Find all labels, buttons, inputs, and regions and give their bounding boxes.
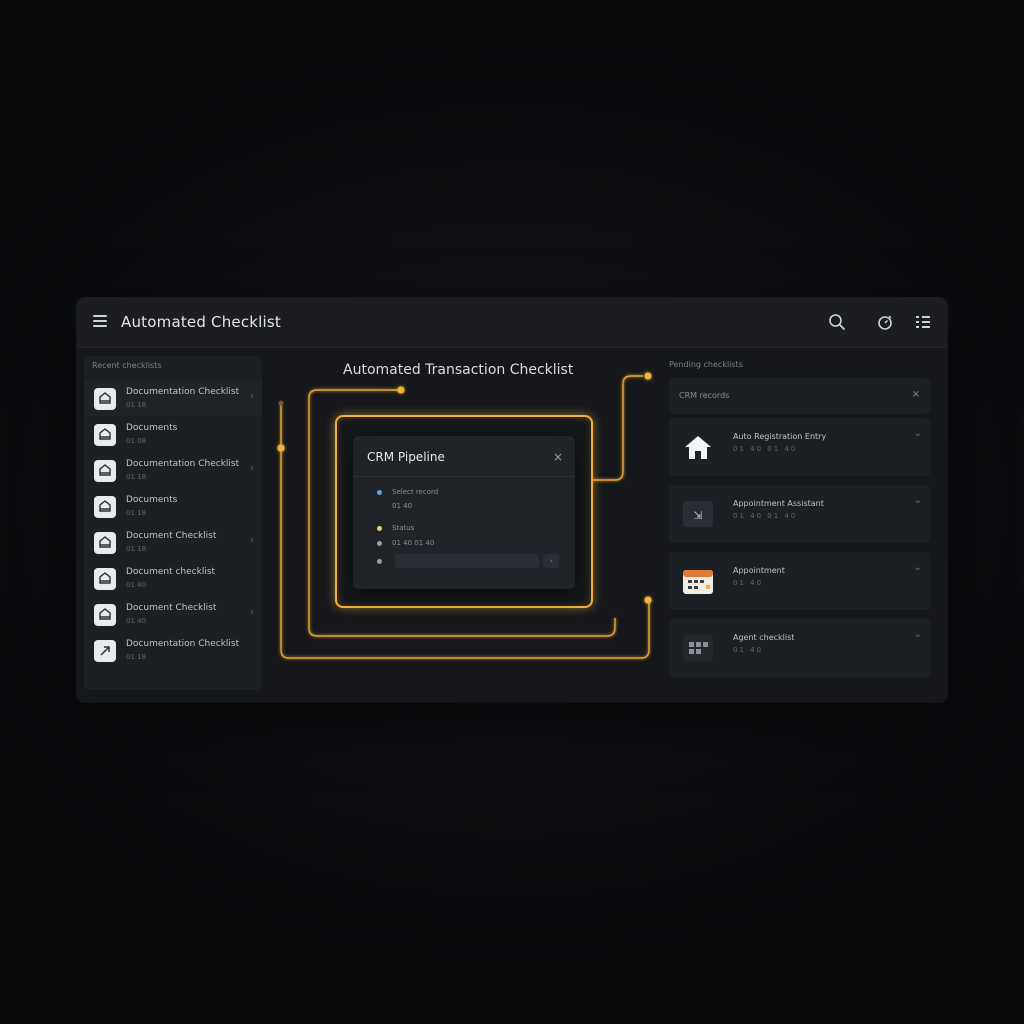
dialog-option[interactable]: Status xyxy=(377,524,414,532)
sidebar-item[interactable]: Document Checklist 01 18 › xyxy=(84,524,262,560)
card-meta: 01 40 xyxy=(733,646,764,654)
dialog-title: CRM Pipeline xyxy=(367,450,445,464)
dialog-option-label: Status xyxy=(392,524,415,532)
right-panel-header: Pending checklists xyxy=(669,360,743,369)
document-icon xyxy=(94,532,116,554)
crm-filter-bar[interactable]: CRM records × xyxy=(669,378,930,414)
dialog-option-meta: 01 40 xyxy=(392,502,412,510)
sidebar-item-meta: 01 18 xyxy=(126,473,147,481)
status-dot-icon xyxy=(377,489,382,495)
sidebar-item-meta: 01 40 xyxy=(126,581,147,589)
app-window: Automated Checklist Recent checklists Do… xyxy=(77,298,947,702)
dialog-divider xyxy=(353,476,575,477)
chevron-down-icon[interactable]: ⌄ xyxy=(914,495,922,506)
close-icon[interactable]: × xyxy=(912,389,920,400)
list-view-icon[interactable] xyxy=(913,312,933,332)
close-icon[interactable]: × xyxy=(553,450,563,464)
card-title: Appointment Assistant xyxy=(733,499,824,508)
checklist-sidebar: Recent checklists Documentation Checklis… xyxy=(84,356,262,690)
sidebar-item-title: Document Checklist xyxy=(126,531,217,541)
search-icon[interactable] xyxy=(827,312,847,332)
sidebar-item-title: Document Checklist xyxy=(126,603,217,613)
submit-chevron-icon[interactable]: › xyxy=(543,554,559,568)
sidebar-item-title: Document checklist xyxy=(126,567,216,577)
dialog-option-label: 01 40 xyxy=(392,502,413,510)
timer-icon[interactable] xyxy=(875,312,895,332)
status-dot-icon xyxy=(377,525,382,531)
dialog-option-label: 01 40 01 40 xyxy=(392,539,435,547)
sidebar-item-meta: 01 18 xyxy=(126,509,147,517)
document-icon xyxy=(94,424,116,446)
app-title: Automated Checklist xyxy=(121,313,282,331)
document-icon xyxy=(94,568,116,590)
card-title: Agent checklist xyxy=(733,633,795,642)
title-bar: Automated Checklist xyxy=(77,298,947,348)
sidebar-item[interactable]: Documents 01 08 xyxy=(84,416,262,452)
checklist-card[interactable]: Auto Registration Entry 01 40 01 40 ⌄ xyxy=(669,418,930,476)
filter-label: CRM records xyxy=(679,391,730,400)
card-title: Auto Registration Entry xyxy=(733,432,827,441)
dialog-option[interactable]: 01 40 01 40 xyxy=(377,539,434,547)
sidebar-item-title: Documents xyxy=(126,423,178,433)
arrow-icon: ⇲ xyxy=(681,499,715,529)
sidebar-item-meta: 01 18 xyxy=(126,653,147,661)
hamburger-menu-icon[interactable] xyxy=(93,315,107,329)
grid-icon xyxy=(681,633,715,663)
chevron-right-icon: › xyxy=(250,535,254,546)
document-icon xyxy=(94,388,116,410)
crm-pipeline-dialog: CRM Pipeline × Select record 01 40 Statu… xyxy=(353,436,575,589)
checklist-card[interactable]: Agent checklist 01 40 ⌄ xyxy=(669,619,930,677)
sidebar-item[interactable]: Document checklist 01 40 xyxy=(84,560,262,596)
chevron-right-icon: › xyxy=(250,391,254,402)
dialog-input[interactable] xyxy=(395,554,539,568)
checklist-card[interactable]: ⇲ Appointment Assistant 01 40 01 40 ⌄ xyxy=(669,485,930,543)
sidebar-item-meta: 01 40 xyxy=(126,617,147,625)
sidebar-item-title: Documentation Checklist xyxy=(126,387,240,397)
status-dot-icon xyxy=(377,558,382,564)
sidebar-item-meta: 01 18 xyxy=(126,545,147,553)
card-meta: 01 40 01 40 xyxy=(733,445,798,453)
sidebar-item[interactable]: Documents 01 18 xyxy=(84,488,262,524)
sidebar-item-title: Documents xyxy=(126,495,178,505)
chevron-down-icon[interactable]: ⌄ xyxy=(914,562,922,573)
chevron-right-icon: › xyxy=(250,607,254,618)
sidebar-item[interactable]: Documentation Checklist 01 18 xyxy=(84,632,262,668)
dialog-option[interactable]: Select record xyxy=(377,488,438,496)
card-title: Appointment xyxy=(733,566,785,575)
document-icon xyxy=(94,496,116,518)
sidebar-item-meta: 01 18 xyxy=(126,401,147,409)
document-icon xyxy=(94,604,116,626)
house-icon xyxy=(681,432,715,462)
chevron-down-icon[interactable]: ⌄ xyxy=(914,629,922,640)
arrow-document-icon xyxy=(94,640,116,662)
sidebar-item[interactable]: Documentation Checklist 01 18 › xyxy=(84,380,262,416)
status-dot-icon xyxy=(377,540,382,546)
checklist-card[interactable]: Appointment 01 40 ⌄ xyxy=(669,552,930,610)
card-meta: 01 40 01 40 xyxy=(733,512,798,520)
svg-text:⇲: ⇲ xyxy=(693,509,702,522)
chevron-down-icon[interactable]: ⌄ xyxy=(914,428,922,439)
document-icon xyxy=(94,460,116,482)
calendar-icon xyxy=(681,566,715,596)
sidebar-header: Recent checklists xyxy=(92,361,162,370)
card-meta: 01 40 xyxy=(733,579,764,587)
workflow-title: Automated Transaction Checklist xyxy=(343,362,574,378)
chevron-right-icon: › xyxy=(250,463,254,474)
sidebar-item-meta: 01 08 xyxy=(126,437,147,445)
sidebar-item[interactable]: Documentation Checklist 01 18 › xyxy=(84,452,262,488)
dialog-option[interactable] xyxy=(377,557,392,565)
sidebar-item-title: Documentation Checklist xyxy=(126,639,240,649)
dialog-option-label: Select record xyxy=(392,488,439,496)
sidebar-item[interactable]: Document Checklist 01 40 › xyxy=(84,596,262,632)
sidebar-item-title: Documentation Checklist xyxy=(126,459,240,469)
